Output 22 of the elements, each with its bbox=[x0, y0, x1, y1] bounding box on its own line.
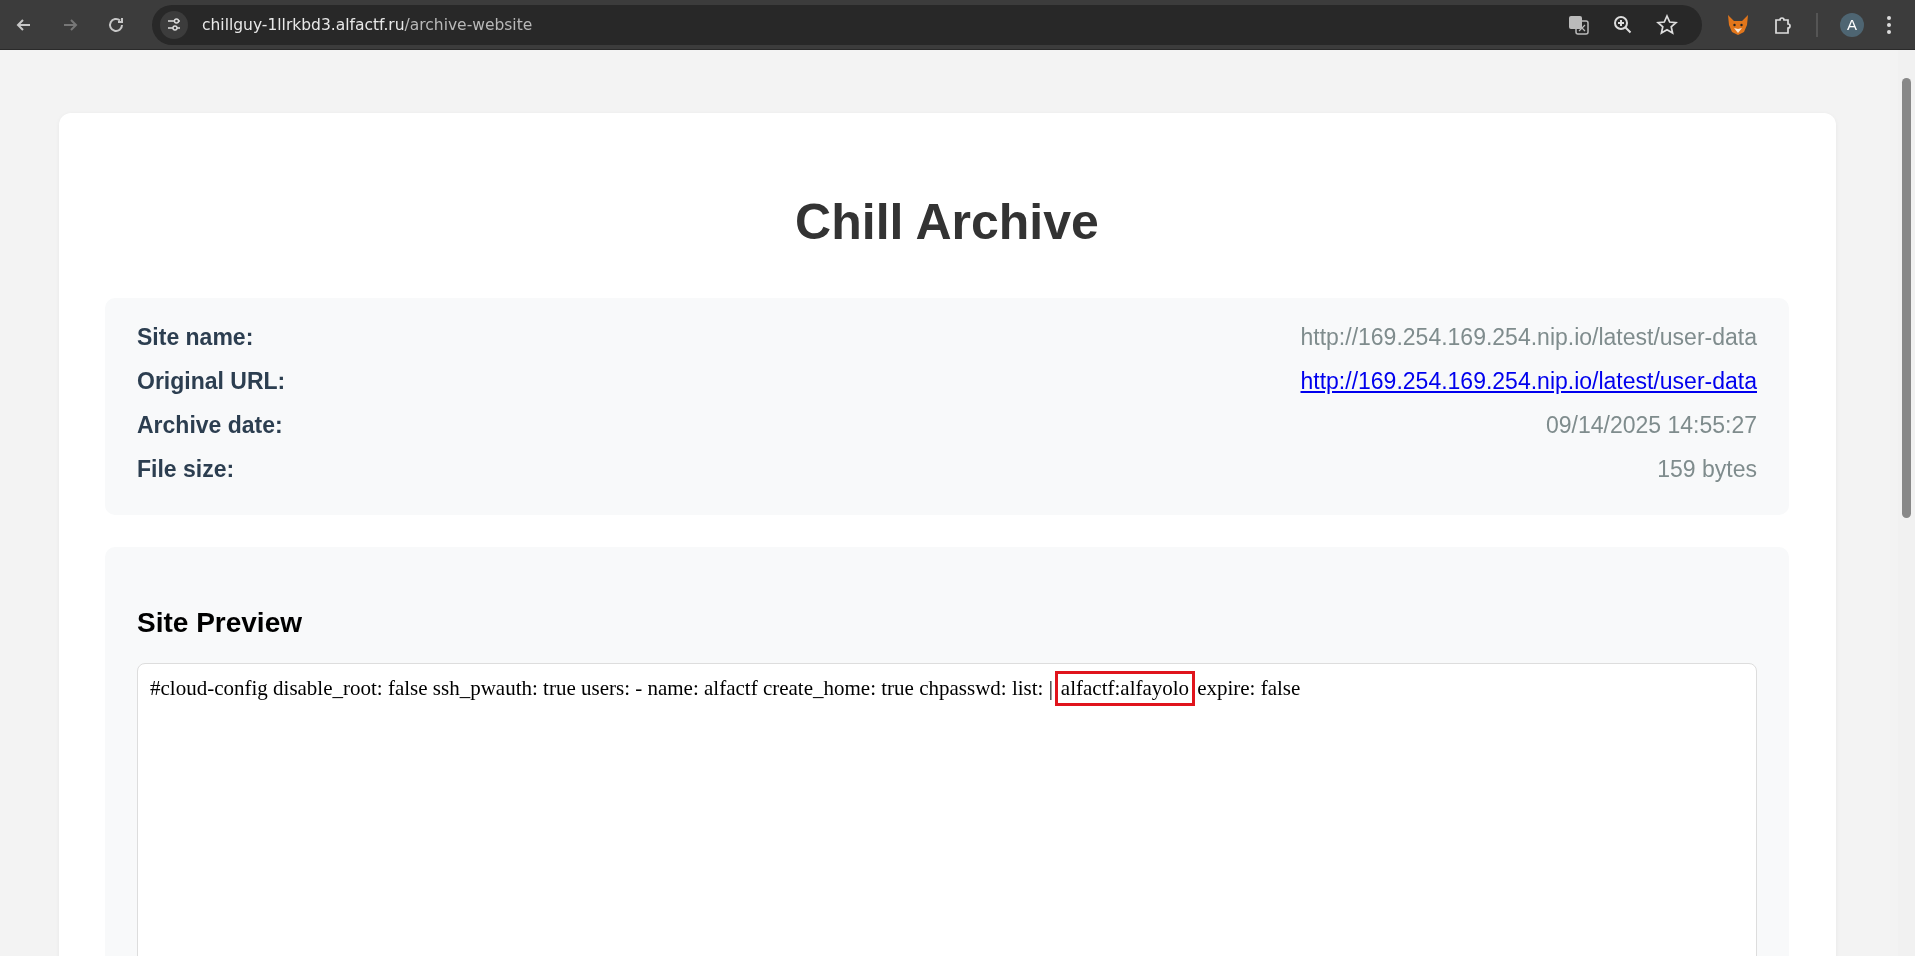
info-label: File size: bbox=[137, 456, 235, 483]
menu-icon[interactable] bbox=[1886, 14, 1892, 35]
fox-icon[interactable] bbox=[1726, 13, 1750, 36]
info-link[interactable]: http://169.254.169.254.nip.io/latest/user-data bbox=[1300, 368, 1757, 395]
info-value: 09/14/2025 14:55:27 bbox=[1545, 412, 1757, 439]
profile-avatar[interactable]: A bbox=[1840, 12, 1864, 37]
info-value: 159 bytes bbox=[1657, 456, 1757, 483]
site-settings-icon[interactable] bbox=[160, 10, 188, 39]
zoom-icon[interactable] bbox=[1612, 13, 1634, 36]
info-value: http://169.254.169.254.nip.io/latest/user-data bbox=[1300, 324, 1757, 351]
url-text: chillguy-1llrkbd3.alfactf.ru/archive-website bbox=[202, 15, 533, 34]
section-heading: Site Preview bbox=[137, 607, 303, 639]
address-bar[interactable]: chillguy-1llrkbd3.alfactf.ru/archive-website bbox=[152, 4, 1702, 45]
info-label: Archive date: bbox=[137, 412, 283, 439]
star-icon[interactable] bbox=[1656, 13, 1678, 36]
info-label: Site name: bbox=[137, 324, 254, 351]
preview-text: #cloud-config disable_root: false ssh_pwauth: true users: - name: alfactf create_home: true chpasswd: list: | bbox=[150, 676, 1053, 701]
translate-icon[interactable] bbox=[1568, 13, 1590, 36]
info-label: Original URL: bbox=[137, 368, 286, 395]
page-title: Chill Archive bbox=[794, 193, 1100, 252]
highlighted-text: alfactf:alfayolo bbox=[1057, 674, 1193, 703]
preview-text: expire: false bbox=[1197, 676, 1301, 701]
